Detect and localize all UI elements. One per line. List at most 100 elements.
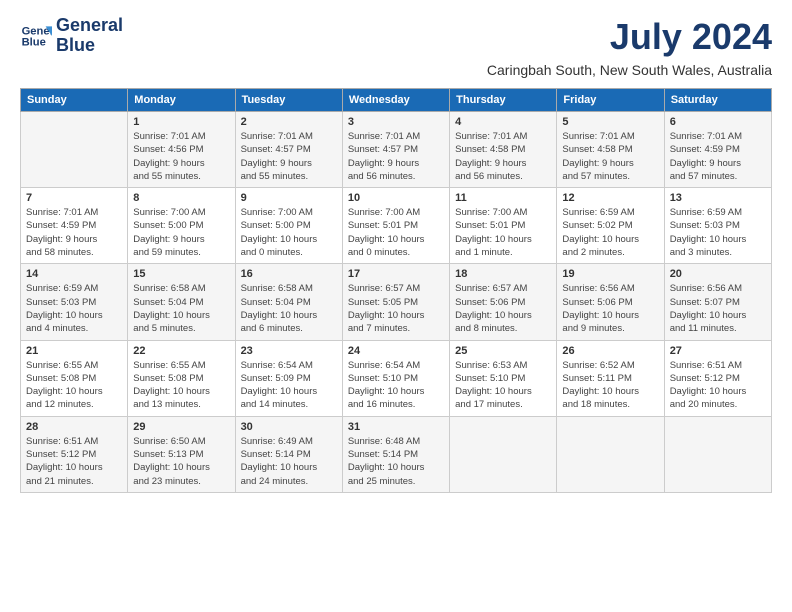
logo-line2: Blue — [56, 36, 123, 56]
logo-line1: General — [56, 16, 123, 36]
day-info: Sunrise: 6:58 AMSunset: 5:04 PMDaylight:… — [133, 282, 229, 335]
day-info: Sunrise: 6:51 AMSunset: 5:12 PMDaylight:… — [26, 435, 122, 488]
day-cell: 14Sunrise: 6:59 AMSunset: 5:03 PMDayligh… — [21, 264, 128, 340]
day-number: 27 — [670, 345, 766, 357]
day-number: 31 — [348, 421, 444, 433]
day-info: Sunrise: 6:58 AMSunset: 5:04 PMDaylight:… — [241, 282, 337, 335]
day-number: 16 — [241, 268, 337, 280]
day-info: Sunrise: 7:00 AMSunset: 5:01 PMDaylight:… — [455, 206, 551, 259]
day-number: 4 — [455, 116, 551, 128]
day-cell: 30 Sunrise: 6:49 AMSunset: 5:14 PMDayligh… — [235, 416, 342, 492]
day-info: Sunrise: 6:55 AMSunset: 5:08 PMDaylight:… — [26, 359, 122, 412]
header-cell-saturday: Saturday — [664, 89, 771, 112]
day-info: Sunrise: 6:59 AMSunset: 5:02 PMDaylight:… — [562, 206, 658, 259]
day-info: Sunrise: 7:01 AMSunset: 4:59 PMDaylight:… — [26, 206, 122, 259]
day-cell: 7 Sunrise: 7:01 AMSunset: 4:59 PMDaylight… — [21, 188, 128, 264]
day-cell: 26 Sunrise: 6:52 AMSunset: 5:11 PMDayligh… — [557, 340, 664, 416]
day-info: Sunrise: 6:48 AMSunset: 5:14 PMDaylight:… — [348, 435, 444, 488]
day-cell: 12 Sunrise: 6:59 AMSunset: 5:02 PMDayligh… — [557, 188, 664, 264]
header-cell-tuesday: Tuesday — [235, 89, 342, 112]
month-title: July 2024 — [610, 16, 772, 58]
day-cell: 5 Sunrise: 7:01 AMSunset: 4:58 PMDaylight… — [557, 112, 664, 188]
day-cell: 20 Sunrise: 6:56 AMSunset: 5:07 PMDayligh… — [664, 264, 771, 340]
day-info: Sunrise: 7:00 AMSunset: 5:00 PMDaylight:… — [241, 206, 337, 259]
header-cell-wednesday: Wednesday — [342, 89, 449, 112]
day-cell: 1 Sunrise: 7:01 AMSunset: 4:56 PMDaylight… — [128, 112, 235, 188]
day-number: 26 — [562, 345, 658, 357]
day-info: Sunrise: 7:01 AMSunset: 4:57 PMDaylight:… — [241, 130, 337, 183]
day-info: Sunrise: 7:01 AMSunset: 4:59 PMDaylight:… — [670, 130, 766, 183]
header-cell-friday: Friday — [557, 89, 664, 112]
day-info: Sunrise: 6:59 AMSunset: 5:03 PMDaylight:… — [26, 282, 122, 335]
week-row-3: 14Sunrise: 6:59 AMSunset: 5:03 PMDayligh… — [21, 264, 772, 340]
day-cell: 29 Sunrise: 6:50 AMSunset: 5:13 PMDayligh… — [128, 416, 235, 492]
day-info: Sunrise: 7:00 AMSunset: 5:00 PMDaylight:… — [133, 206, 229, 259]
day-cell: 27 Sunrise: 6:51 AMSunset: 5:12 PMDayligh… — [664, 340, 771, 416]
day-cell: 24 Sunrise: 6:54 AMSunset: 5:10 PMDayligh… — [342, 340, 449, 416]
day-cell: 23 Sunrise: 6:54 AMSunset: 5:09 PMDayligh… — [235, 340, 342, 416]
day-cell: 3 Sunrise: 7:01 AMSunset: 4:57 PMDaylight… — [342, 112, 449, 188]
day-number: 9 — [241, 192, 337, 204]
day-number: 12 — [562, 192, 658, 204]
day-number: 20 — [670, 268, 766, 280]
day-info: Sunrise: 7:01 AMSunset: 4:58 PMDaylight:… — [562, 130, 658, 183]
day-info: Sunrise: 6:54 AMSunset: 5:10 PMDaylight:… — [348, 359, 444, 412]
day-info: Sunrise: 7:01 AMSunset: 4:56 PMDaylight:… — [133, 130, 229, 183]
calendar-body: 1 Sunrise: 7:01 AMSunset: 4:56 PMDaylight… — [21, 112, 772, 493]
day-info: Sunrise: 6:52 AMSunset: 5:11 PMDaylight:… — [562, 359, 658, 412]
day-number: 28 — [26, 421, 122, 433]
day-number: 3 — [348, 116, 444, 128]
day-info: Sunrise: 6:57 AMSunset: 5:06 PMDaylight:… — [455, 282, 551, 335]
day-cell — [664, 416, 771, 492]
week-row-1: 1 Sunrise: 7:01 AMSunset: 4:56 PMDaylight… — [21, 112, 772, 188]
day-cell: 11 Sunrise: 7:00 AMSunset: 5:01 PMDayligh… — [450, 188, 557, 264]
day-info: Sunrise: 6:54 AMSunset: 5:09 PMDaylight:… — [241, 359, 337, 412]
day-cell: 15 Sunrise: 6:58 AMSunset: 5:04 PMDayligh… — [128, 264, 235, 340]
day-info: Sunrise: 6:56 AMSunset: 5:06 PMDaylight:… — [562, 282, 658, 335]
day-number: 13 — [670, 192, 766, 204]
day-cell: 28 Sunrise: 6:51 AMSunset: 5:12 PMDayligh… — [21, 416, 128, 492]
day-info: Sunrise: 7:01 AMSunset: 4:58 PMDaylight:… — [455, 130, 551, 183]
day-info: Sunrise: 7:01 AMSunset: 4:57 PMDaylight:… — [348, 130, 444, 183]
day-cell: 19 Sunrise: 6:56 AMSunset: 5:06 PMDayligh… — [557, 264, 664, 340]
day-number: 30 — [241, 421, 337, 433]
day-cell: 10 Sunrise: 7:00 AMSunset: 5:01 PMDayligh… — [342, 188, 449, 264]
day-number: 25 — [455, 345, 551, 357]
day-number: 24 — [348, 345, 444, 357]
day-cell — [21, 112, 128, 188]
day-number: 10 — [348, 192, 444, 204]
day-number: 11 — [455, 192, 551, 204]
day-number: 29 — [133, 421, 229, 433]
day-info: Sunrise: 6:53 AMSunset: 5:10 PMDaylight:… — [455, 359, 551, 412]
week-row-5: 28 Sunrise: 6:51 AMSunset: 5:12 PMDayligh… — [21, 416, 772, 492]
day-info: Sunrise: 6:56 AMSunset: 5:07 PMDaylight:… — [670, 282, 766, 335]
day-number: 21 — [26, 345, 122, 357]
day-number: 1 — [133, 116, 229, 128]
day-info: Sunrise: 7:00 AMSunset: 5:01 PMDaylight:… — [348, 206, 444, 259]
day-cell: 25 Sunrise: 6:53 AMSunset: 5:10 PMDayligh… — [450, 340, 557, 416]
day-number: 15 — [133, 268, 229, 280]
day-number: 19 — [562, 268, 658, 280]
day-number: 23 — [241, 345, 337, 357]
day-cell: 17 Sunrise: 6:57 AMSunset: 5:05 PMDayligh… — [342, 264, 449, 340]
day-number: 2 — [241, 116, 337, 128]
header-cell-sunday: Sunday — [21, 89, 128, 112]
day-info: Sunrise: 6:50 AMSunset: 5:13 PMDaylight:… — [133, 435, 229, 488]
calendar-table: SundayMondayTuesdayWednesdayThursdayFrid… — [20, 88, 772, 493]
header-cell-monday: Monday — [128, 89, 235, 112]
location-title: Caringbah South, New South Wales, Austra… — [20, 62, 772, 78]
week-row-4: 21 Sunrise: 6:55 AMSunset: 5:08 PMDayligh… — [21, 340, 772, 416]
day-number: 5 — [562, 116, 658, 128]
day-info: Sunrise: 6:49 AMSunset: 5:14 PMDaylight:… — [241, 435, 337, 488]
day-number: 17 — [348, 268, 444, 280]
svg-text:Blue: Blue — [22, 36, 46, 48]
day-info: Sunrise: 6:51 AMSunset: 5:12 PMDaylight:… — [670, 359, 766, 412]
day-cell: 9 Sunrise: 7:00 AMSunset: 5:00 PMDaylight… — [235, 188, 342, 264]
day-cell: 16 Sunrise: 6:58 AMSunset: 5:04 PMDayligh… — [235, 264, 342, 340]
day-cell: 2 Sunrise: 7:01 AMSunset: 4:57 PMDaylight… — [235, 112, 342, 188]
day-info: Sunrise: 6:57 AMSunset: 5:05 PMDaylight:… — [348, 282, 444, 335]
day-cell: 8Sunrise: 7:00 AMSunset: 5:00 PMDaylight… — [128, 188, 235, 264]
calendar-header-row: SundayMondayTuesdayWednesdayThursdayFrid… — [21, 89, 772, 112]
header-cell-thursday: Thursday — [450, 89, 557, 112]
day-number: 7 — [26, 192, 122, 204]
